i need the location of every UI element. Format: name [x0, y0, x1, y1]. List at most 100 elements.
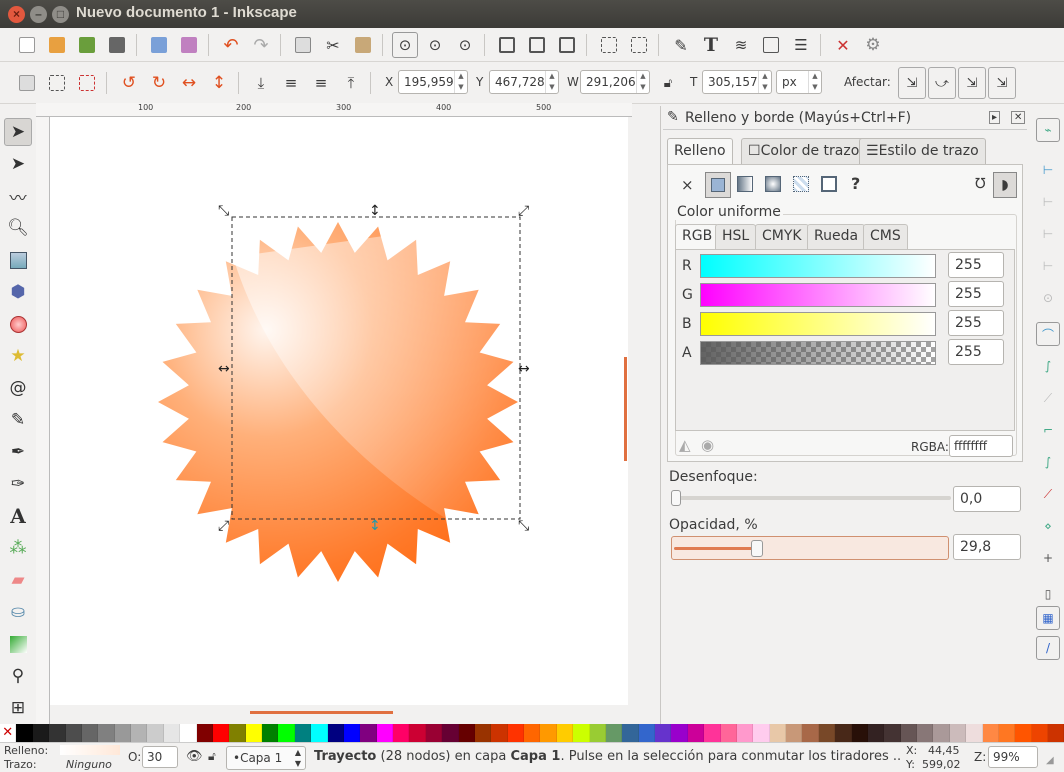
tweak-tool-icon[interactable]: 〰: [4, 182, 32, 210]
snap-smooth-icon[interactable]: ∫: [1036, 450, 1060, 474]
unset-icon[interactable]: ?: [851, 174, 860, 193]
raise-icon[interactable]: ≡: [308, 70, 334, 96]
palette-swatch[interactable]: [671, 724, 688, 742]
tab-rgb[interactable]: RGB: [675, 224, 720, 249]
open-icon[interactable]: [44, 32, 70, 58]
box3d-tool-icon[interactable]: ⬢: [4, 278, 32, 306]
snap-intersection-icon[interactable]: ⟋: [1036, 386, 1060, 410]
text-tool-icon[interactable]: A: [4, 502, 32, 530]
blur-slider[interactable]: [671, 490, 951, 506]
palette-swatch[interactable]: [147, 724, 164, 742]
palette-swatch[interactable]: [982, 724, 999, 742]
palette-swatch[interactable]: [556, 724, 574, 742]
undo-icon[interactable]: ↶: [218, 32, 244, 58]
palette-swatch[interactable]: [474, 724, 492, 742]
gradient-tool-icon[interactable]: [4, 630, 32, 658]
spray-tool-icon[interactable]: ⁂: [4, 534, 32, 562]
palette-swatch[interactable]: [65, 724, 82, 742]
calligraphy-tool-icon[interactable]: ✑: [4, 470, 32, 498]
zoom-drawing-icon[interactable]: ⊙: [422, 32, 448, 58]
palette-swatch[interactable]: [589, 724, 606, 742]
pen-tool-icon[interactable]: ✒: [4, 438, 32, 466]
paste-icon[interactable]: [350, 32, 376, 58]
canvas-scroll-h[interactable]: [250, 711, 393, 714]
a-spin[interactable]: 255: [948, 339, 1004, 365]
affect-gradient-icon[interactable]: ⇲: [958, 67, 986, 99]
palette-swatch[interactable]: [114, 724, 131, 742]
snap-paths-icon[interactable]: ∫: [1036, 354, 1060, 378]
align-distribute-icon[interactable]: ☰: [788, 32, 814, 58]
palette-swatch[interactable]: [638, 724, 655, 742]
no-paint-icon[interactable]: ×: [681, 176, 694, 194]
document-properties-icon[interactable]: ⚙: [860, 32, 886, 58]
raise-top-icon[interactable]: ⤒: [338, 70, 364, 96]
affect-stroke-icon[interactable]: ⇲: [898, 67, 926, 99]
snap-object-center-icon[interactable]: ⋄: [1036, 514, 1060, 538]
h-field[interactable]: 305,157 ▲ ▼: [702, 70, 772, 94]
snap-midpoint-icon[interactable]: ⟋: [1036, 482, 1060, 506]
pattern-icon[interactable]: [793, 176, 809, 192]
opacity-spin[interactable]: 29,8: [953, 534, 1021, 560]
palette-swatch[interactable]: [327, 724, 344, 742]
palette-swatch[interactable]: [360, 724, 377, 742]
palette-swatch[interactable]: [393, 724, 410, 742]
clone-icon[interactable]: [524, 32, 550, 58]
tab-fill[interactable]: Relleno: [667, 138, 733, 164]
save-icon[interactable]: [74, 32, 100, 58]
palette-swatch[interactable]: [180, 724, 197, 742]
zoom-selection-icon[interactable]: ⊙: [392, 32, 418, 58]
palette-swatch[interactable]: [16, 724, 33, 742]
palette-swatch[interactable]: [818, 724, 836, 742]
snap-enable-icon[interactable]: ⌁: [1036, 118, 1060, 142]
rotate-ccw-icon[interactable]: ↺: [116, 70, 142, 96]
dropper-tool-icon[interactable]: ⚲: [4, 662, 32, 690]
palette-swatch[interactable]: [655, 724, 672, 742]
palette-swatch[interactable]: [720, 724, 737, 742]
flat-color-icon[interactable]: [705, 172, 731, 198]
canvas-scroll-v[interactable]: [624, 357, 627, 461]
r-spin[interactable]: 255: [948, 252, 1004, 278]
snap-rotation-center-icon[interactable]: +: [1036, 546, 1060, 570]
resize-grip-icon[interactable]: ◢: [1046, 755, 1054, 766]
flip-horizontal-icon[interactable]: ↔: [176, 70, 202, 96]
palette-swatch[interactable]: [524, 724, 541, 742]
g-spin[interactable]: 255: [948, 281, 1004, 307]
palette-swatch[interactable]: [212, 724, 230, 742]
cut-icon[interactable]: ✂: [320, 32, 346, 58]
palette-swatch[interactable]: [262, 724, 279, 742]
spiral-tool-icon[interactable]: @: [4, 374, 32, 402]
snap-page-border-icon[interactable]: ▯: [1036, 582, 1060, 606]
palette-swatch[interactable]: [933, 724, 950, 742]
palette-swatch[interactable]: [294, 724, 312, 742]
b-slider[interactable]: [700, 312, 936, 336]
a-slider[interactable]: [700, 341, 936, 365]
palette-swatch[interactable]: [1015, 724, 1032, 742]
lock-ratio-icon[interactable]: 🔓︎: [655, 70, 681, 96]
rgba-field[interactable]: ffffffff: [949, 435, 1013, 457]
stroke-indicator-value[interactable]: Ninguno: [66, 758, 112, 771]
select-all-icon[interactable]: [14, 70, 40, 96]
palette-swatch[interactable]: [622, 724, 639, 742]
selector-tool-icon[interactable]: ➤: [4, 118, 32, 146]
tab-hsl[interactable]: HSL: [715, 224, 757, 249]
palette-swatch[interactable]: [949, 724, 967, 742]
swatch-icon[interactable]: [821, 176, 837, 192]
palette-swatch[interactable]: [900, 724, 917, 742]
canvas[interactable]: ⤡ ↕ ⤢ ↔ ↔ ⤢ ↕ ⤡: [50, 117, 628, 705]
fill-stroke-icon[interactable]: ✎: [668, 32, 694, 58]
close-icon[interactable]: ×: [8, 6, 25, 23]
preferences-icon[interactable]: ✕: [830, 32, 856, 58]
paint-bucket-tool-icon[interactable]: ⛀: [4, 598, 32, 626]
text-font-icon[interactable]: T: [698, 32, 724, 58]
panel-close-icon[interactable]: ✕: [1011, 111, 1026, 124]
palette-swatch[interactable]: [786, 724, 803, 742]
palette-swatch[interactable]: [343, 724, 361, 742]
palette-swatch[interactable]: [442, 724, 459, 742]
radial-gradient-icon[interactable]: [765, 176, 781, 192]
layer-select[interactable]: •Capa 1 ▲ ▼: [226, 746, 306, 770]
deselect-icon[interactable]: [74, 70, 100, 96]
tab-cmyk[interactable]: CMYK: [755, 224, 809, 249]
evenodd-fill-icon[interactable]: ℧: [975, 176, 986, 192]
export-icon[interactable]: [176, 32, 202, 58]
palette-swatch[interactable]: [278, 724, 295, 742]
